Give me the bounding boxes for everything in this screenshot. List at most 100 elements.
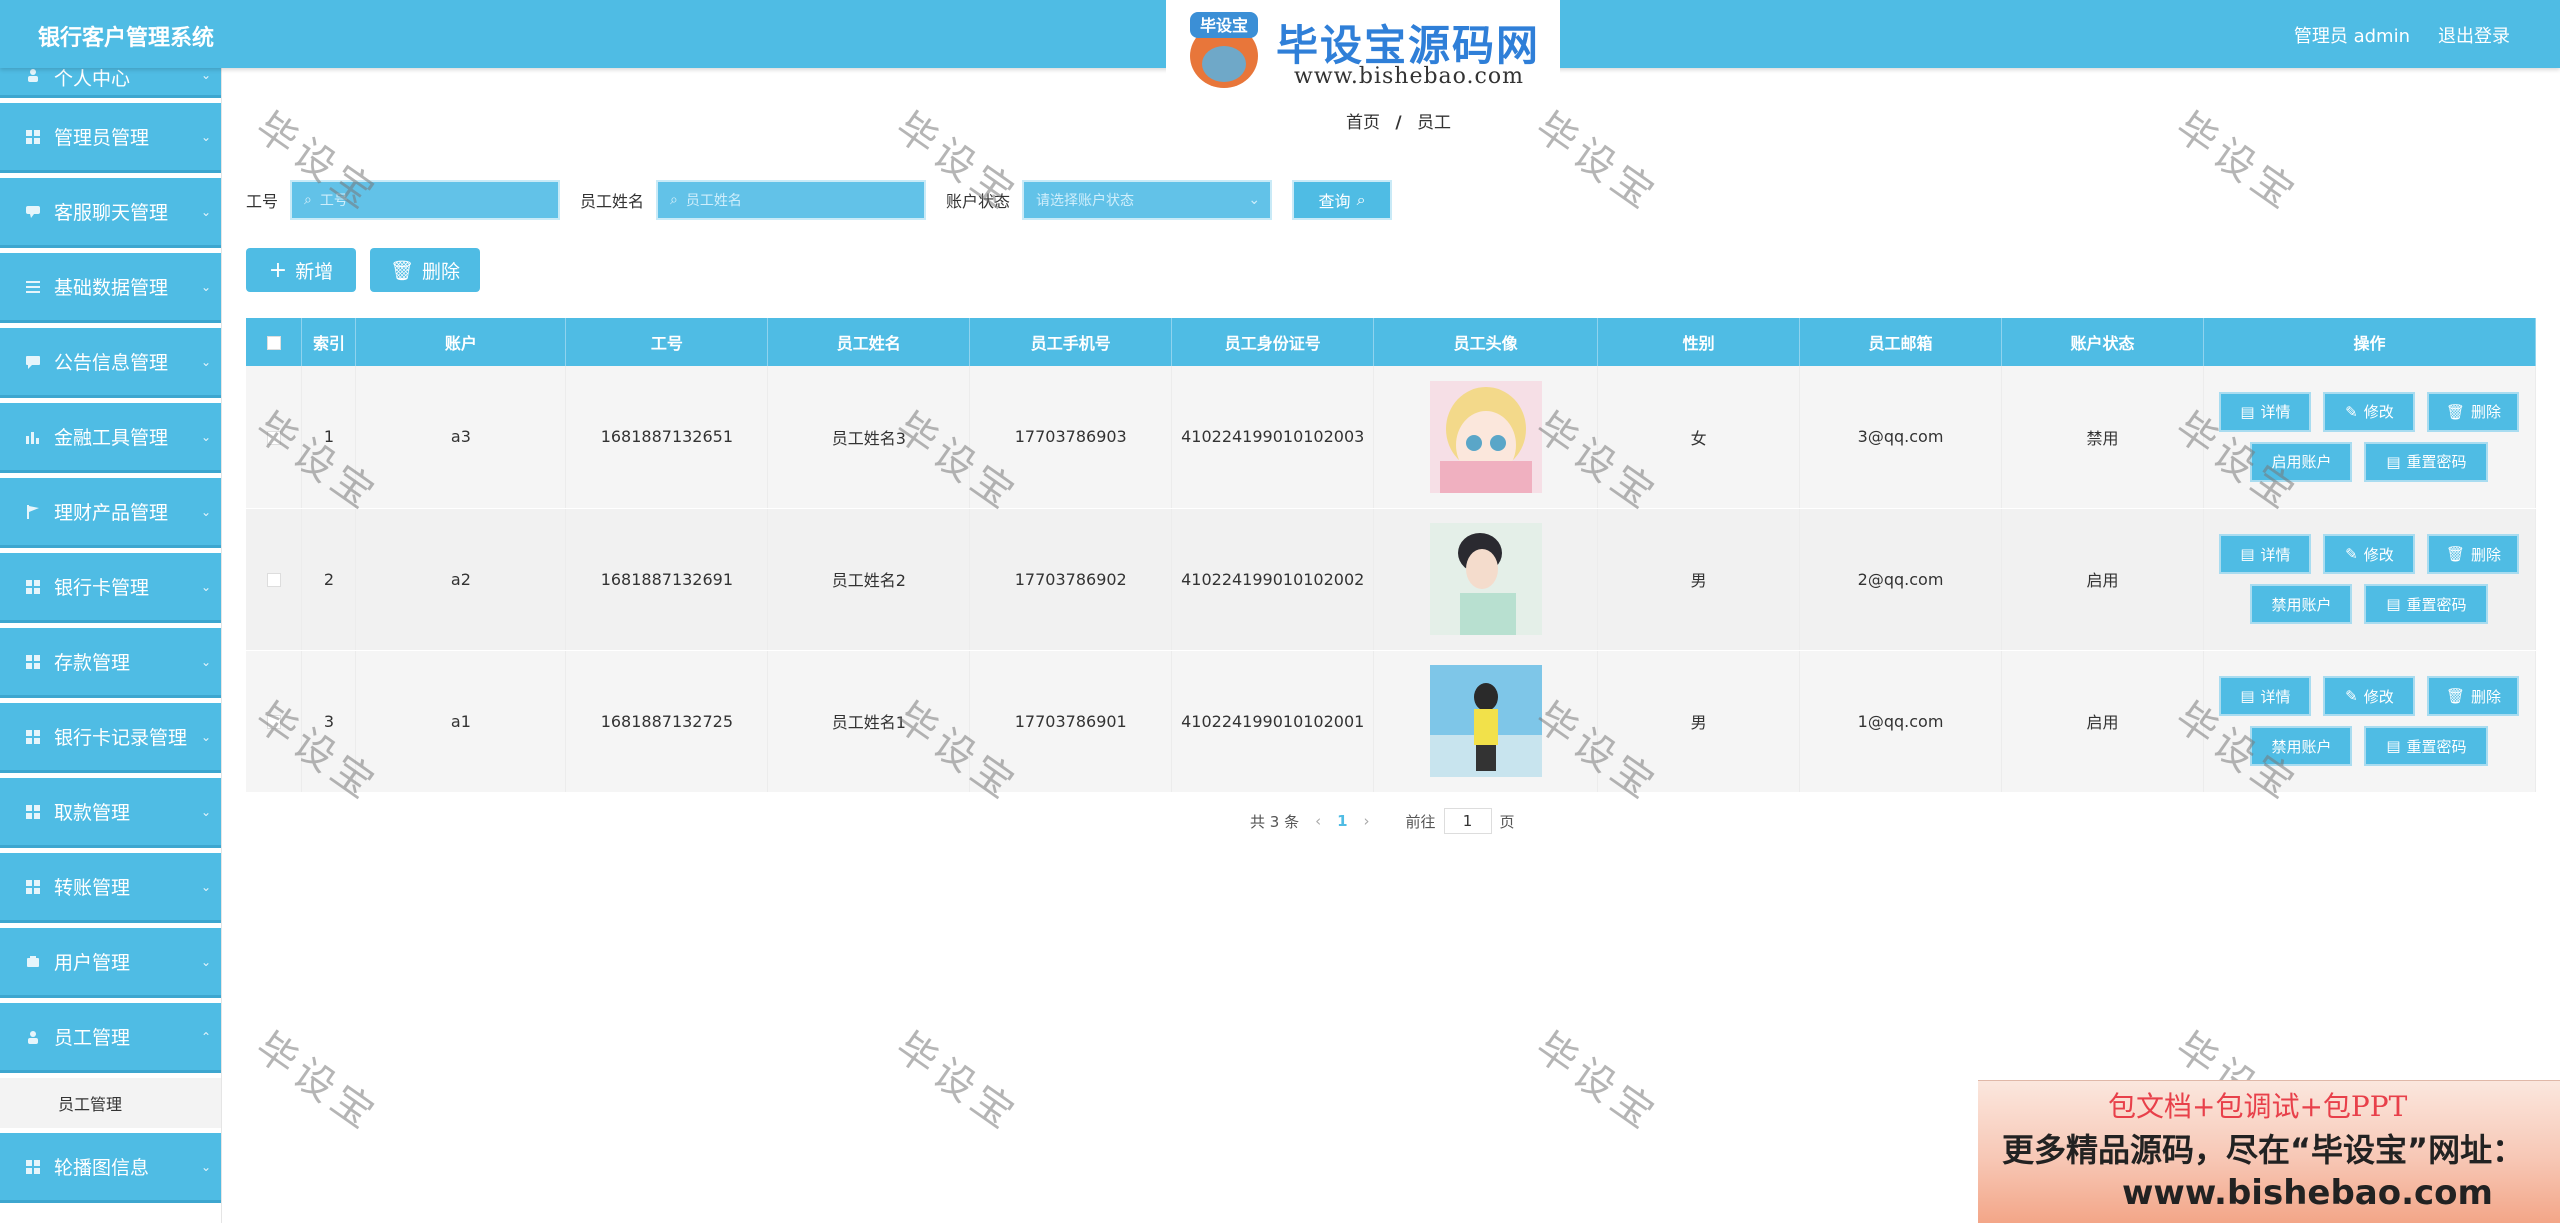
sidebar-item-staff[interactable]: 员工管理 ⌃ xyxy=(0,1003,221,1073)
watermark: 毕设宝 xyxy=(1526,1023,1667,1141)
select-all-checkbox-cell[interactable] xyxy=(246,318,303,366)
detail-label: 详情 xyxy=(2260,403,2291,422)
reset-password-button[interactable]: ▤ 重置密码 xyxy=(2364,726,2489,766)
document-icon: ▤ xyxy=(2386,452,2401,471)
avatar-image[interactable] xyxy=(1429,523,1542,635)
toggle-account-button[interactable]: 禁用账户 xyxy=(2250,726,2353,766)
promo-banner: 包文档+包调试+包PPT 更多精品源码，尽在“毕设宝”网址： www.bishe… xyxy=(1978,1080,2560,1223)
detail-label: 详情 xyxy=(2260,545,2291,564)
list-icon xyxy=(26,281,40,293)
trash-icon: 🗑 xyxy=(2445,545,2465,563)
account-status-select[interactable]: 请选择账户状态 ⌄ xyxy=(1022,180,1273,220)
breadcrumb-current: 员工 xyxy=(1417,113,1452,133)
breadcrumb-home[interactable]: 首页 xyxy=(1346,113,1380,133)
cell-avatar xyxy=(1373,366,1599,509)
detail-button[interactable]: ▤ 详情 xyxy=(2219,534,2312,574)
grid-icon xyxy=(26,655,40,669)
row-checkbox-cell[interactable] xyxy=(246,366,303,509)
col-phone: 员工手机号 xyxy=(969,318,1173,366)
col-avatar: 员工头像 xyxy=(1373,318,1599,366)
sidebar-item-carousel[interactable]: 轮播图信息 ⌄ xyxy=(0,1133,221,1203)
cell-gender: 男 xyxy=(1597,650,1801,793)
toggle-account-button[interactable]: 禁用账户 xyxy=(2250,584,2353,624)
document-icon: ▤ xyxy=(2386,737,2401,755)
sidebar-item-finance-tools[interactable]: 金融工具管理 ⌄ xyxy=(0,403,221,473)
detail-button[interactable]: ▤ 详情 xyxy=(2219,676,2312,716)
row-checkbox[interactable] xyxy=(266,430,281,445)
table-row: 3 a1 1681887132725 员工姓名1 17703786901 410… xyxy=(246,650,2537,793)
search-icon: ⌕ xyxy=(304,192,312,208)
search-form: 工号 ⌕ 工号 员工姓名 ⌕ 员工姓名 账户状态 请选择账户状态 ⌄ 查询 ⌕ xyxy=(246,180,1393,220)
row-checkbox-cell[interactable] xyxy=(246,650,303,793)
logout-link[interactable]: 退出登录 xyxy=(2438,22,2510,48)
sidebar-item-notice[interactable]: 公告信息管理 ⌄ xyxy=(0,328,221,398)
edit-button[interactable]: ✎ 修改 xyxy=(2323,534,2416,574)
avatar-image[interactable] xyxy=(1429,380,1542,493)
staff-name-input[interactable]: ⌕ 员工姓名 xyxy=(656,180,927,220)
toggle-account-button[interactable]: 启用账户 xyxy=(2250,441,2353,482)
row-checkbox-cell[interactable] xyxy=(246,508,303,651)
sidebar-item-label: 轮播图信息 xyxy=(54,1157,150,1179)
sidebar-item-chat[interactable]: 客服聊天管理 ⌄ xyxy=(0,178,221,248)
account-status-placeholder: 请选择账户状态 xyxy=(1036,193,1135,209)
sidebar-item-base-data[interactable]: 基础数据管理 ⌄ xyxy=(0,253,221,323)
action-bar: + 新增 🗑 删除 xyxy=(246,248,494,292)
bar-chart-icon xyxy=(26,432,39,444)
sidebar: 个人中心 ⌄ 管理员管理 ⌄ 客服聊天管理 ⌄ 基础数据管理 ⌄ 公告信息管理 … xyxy=(0,68,222,1223)
select-all-checkbox[interactable] xyxy=(266,336,281,350)
reset-password-button[interactable]: ▤ 重置密码 xyxy=(2364,441,2489,482)
edit-button[interactable]: ✎ 修改 xyxy=(2323,676,2416,716)
chevron-down-icon: ⌄ xyxy=(200,655,211,669)
job-no-label: 工号 xyxy=(246,192,279,211)
query-button[interactable]: 查询 ⌕ xyxy=(1292,180,1393,220)
cell-job-no: 1681887132691 xyxy=(565,508,769,651)
breadcrumb: 首页 / 员工 xyxy=(1346,108,1451,133)
sidebar-item-admin[interactable]: 管理员管理 ⌄ xyxy=(0,103,221,173)
chevron-up-icon: ⌃ xyxy=(200,1030,211,1044)
job-no-input[interactable]: ⌕ 工号 xyxy=(290,180,561,220)
table-row: 2 a2 1681887132691 员工姓名2 17703786902 410… xyxy=(246,508,2537,651)
batch-delete-button[interactable]: 🗑 删除 xyxy=(370,248,480,292)
cell-account: a3 xyxy=(355,366,567,509)
prev-page-icon[interactable]: ‹ xyxy=(1315,812,1321,830)
delete-button[interactable]: 🗑 删除 xyxy=(2427,676,2520,716)
reset-password-label: 重置密码 xyxy=(2406,595,2467,614)
sidebar-item-users[interactable]: 用户管理 ⌄ xyxy=(0,928,221,998)
sidebar-item-card-records[interactable]: 银行卡记录管理 ⌄ xyxy=(0,703,221,773)
avatar-image[interactable] xyxy=(1429,665,1542,777)
cell-phone: 17703786902 xyxy=(969,508,1173,651)
pencil-icon: ✎ xyxy=(2345,402,2358,421)
reset-password-label: 重置密码 xyxy=(2406,453,2467,472)
edit-button[interactable]: ✎ 修改 xyxy=(2323,391,2416,432)
col-name: 员工姓名 xyxy=(767,318,971,366)
cell-gender: 男 xyxy=(1597,508,1801,651)
row-checkbox[interactable] xyxy=(266,573,281,587)
watermark: 毕设宝 xyxy=(246,1023,387,1141)
sidebar-item-deposit[interactable]: 存款管理 ⌄ xyxy=(0,628,221,698)
promo-line-1: 包文档+包调试+包PPT xyxy=(2108,1090,2408,1123)
detail-button[interactable]: ▤ 详情 xyxy=(2219,391,2312,432)
delete-button[interactable]: 🗑 删除 xyxy=(2427,391,2520,432)
sidebar-item-transfer[interactable]: 转账管理 ⌄ xyxy=(0,853,221,923)
app-title: 银行客户管理系统 xyxy=(38,26,215,51)
row-checkbox[interactable] xyxy=(266,715,281,729)
promo-line-3: www.bishebao.com xyxy=(2122,1173,2493,1213)
cell-operations: ▤ 详情 ✎ 修改 🗑 删除 禁用账户 ▤ 重置密码 xyxy=(2203,508,2537,651)
col-operations: 操作 xyxy=(2203,318,2537,366)
trash-icon: 🗑 xyxy=(2445,402,2465,421)
next-page-icon[interactable]: › xyxy=(1364,812,1370,830)
reset-password-button[interactable]: ▤ 重置密码 xyxy=(2364,584,2489,624)
pager-current-page[interactable]: 1 xyxy=(1337,812,1347,830)
sidebar-item-profile[interactable]: 个人中心 ⌄ xyxy=(0,68,221,98)
cell-id-card: 410224199010102001 xyxy=(1171,650,1375,793)
pager-page-input[interactable]: 1 xyxy=(1443,808,1492,834)
query-label: 查询 xyxy=(1318,192,1351,211)
pager-total: 共 3 条 xyxy=(1250,812,1300,831)
sidebar-item-wealth-products[interactable]: 理财产品管理 ⌄ xyxy=(0,478,221,548)
add-button[interactable]: + 新增 xyxy=(246,248,356,292)
sidebar-subitem-staff[interactable]: 员工管理 xyxy=(0,1078,221,1128)
sidebar-item-withdraw[interactable]: 取款管理 ⌄ xyxy=(0,778,221,848)
sidebar-item-bank-card[interactable]: 银行卡管理 ⌄ xyxy=(0,553,221,623)
watermark: 毕设宝 xyxy=(1526,103,1667,221)
delete-button[interactable]: 🗑 删除 xyxy=(2427,534,2520,574)
